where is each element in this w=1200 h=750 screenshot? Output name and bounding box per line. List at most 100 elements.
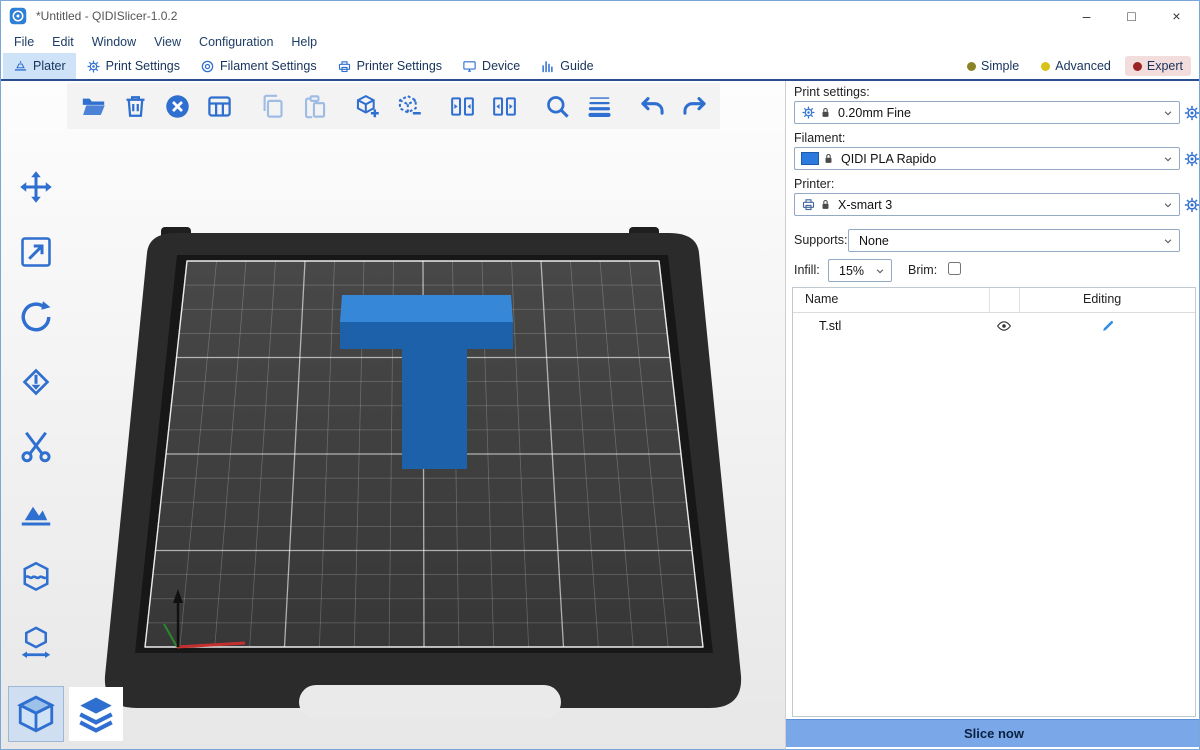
mode-advanced[interactable]: Advanced — [1033, 56, 1119, 76]
infill-select[interactable]: 15% — [828, 259, 892, 282]
tab-print-settings[interactable]: Print Settings — [76, 53, 190, 79]
redo-arrow-icon — [681, 93, 708, 120]
tab-guide[interactable]: Guide — [530, 53, 603, 79]
scale-tool-button[interactable] — [9, 230, 63, 274]
print-settings-label: Print settings: — [794, 85, 870, 99]
visibility-eye-icon[interactable] — [996, 318, 1012, 334]
object-list: Name Editing T.stl — [792, 287, 1196, 717]
menu-edit[interactable]: Edit — [43, 35, 83, 49]
3d-editor-view-button[interactable] — [9, 687, 63, 741]
search-button[interactable] — [537, 86, 577, 126]
tab-plater[interactable]: Plater — [3, 53, 76, 79]
paste-button[interactable] — [294, 86, 334, 126]
column-editing: Editing — [1083, 292, 1121, 306]
layers-stack-icon — [75, 693, 117, 735]
maximize-button[interactable]: □ — [1109, 1, 1154, 31]
toolbar-top — [67, 83, 720, 129]
print-settings-select[interactable]: 0.20mm Fine — [794, 101, 1180, 124]
lock-icon — [819, 198, 832, 211]
support-paint-icon — [18, 494, 54, 530]
3d-viewport[interactable] — [1, 81, 785, 750]
trash-icon — [122, 93, 149, 120]
brim-checkbox[interactable] — [948, 262, 961, 275]
add-instance-button[interactable] — [347, 86, 387, 126]
cut-tool-button[interactable] — [9, 425, 63, 469]
column-divider — [1019, 288, 1020, 312]
menu-window[interactable]: Window — [83, 35, 145, 49]
sidebar: Print settings: 0.20mm Fine Filament: QI… — [785, 81, 1200, 750]
close-button[interactable]: × — [1154, 1, 1199, 31]
object-name: T.stl — [819, 319, 841, 333]
expert-mode-dot-icon — [1133, 62, 1142, 71]
supports-label: Supports: — [794, 233, 848, 247]
place-on-face-tool-button[interactable] — [9, 360, 63, 404]
menu-file[interactable]: File — [5, 35, 43, 49]
variable-layer-height-button[interactable] — [579, 86, 619, 126]
supports-select[interactable]: None — [848, 229, 1180, 252]
chevron-down-icon — [1161, 152, 1175, 166]
gear-icon — [801, 105, 816, 120]
filament-value: QIDI PLA Rapido — [841, 152, 1161, 166]
mode-advanced-label: Advanced — [1055, 59, 1111, 73]
3d-scene-canvas[interactable] — [1, 81, 785, 750]
slice-now-button[interactable]: Slice now — [786, 719, 1200, 747]
copy-icon — [259, 93, 286, 120]
remove-instance-button[interactable] — [389, 86, 429, 126]
gear-icon — [1183, 196, 1200, 214]
split-objects-icon — [449, 93, 476, 120]
tab-device-label: Device — [482, 59, 520, 73]
paint-supports-tool-button[interactable] — [9, 490, 63, 534]
object-row-t-stl[interactable]: T.stl — [793, 313, 1195, 339]
filament-gear-button[interactable] — [1183, 150, 1200, 168]
measure-tool-button[interactable] — [9, 620, 63, 664]
minimize-button[interactable]: – — [1064, 1, 1109, 31]
split-to-parts-button[interactable] — [484, 86, 524, 126]
bed-handle-notch — [299, 685, 561, 719]
plater-icon — [13, 59, 28, 74]
printer-label: Printer: — [794, 177, 834, 191]
seam-painting-tool-button[interactable] — [9, 555, 63, 599]
filament-settings-icon — [200, 59, 215, 74]
split-to-objects-button[interactable] — [442, 86, 482, 126]
move-tool-button[interactable] — [9, 165, 63, 209]
print-settings-gear-button[interactable] — [1183, 104, 1200, 122]
mode-simple[interactable]: Simple — [959, 56, 1027, 76]
advanced-mode-dot-icon — [1041, 62, 1050, 71]
printer-gear-button[interactable] — [1183, 196, 1200, 214]
preview-view-button[interactable] — [69, 687, 123, 741]
delete-button[interactable] — [115, 86, 155, 126]
delete-all-button[interactable] — [157, 86, 197, 126]
filament-select[interactable]: QIDI PLA Rapido — [794, 147, 1180, 170]
printer-value: X-smart 3 — [838, 198, 1161, 212]
chevron-down-icon — [1161, 198, 1175, 212]
layer-height-icon — [586, 93, 613, 120]
tabbar: Plater Print Settings Filament Settings … — [1, 53, 1199, 81]
edit-object-icon[interactable] — [1101, 318, 1116, 333]
titlebar: *Untitled - QIDISlicer-1.0.2 – □ × — [1, 1, 1199, 31]
menu-view[interactable]: View — [145, 35, 190, 49]
app-window: *Untitled - QIDISlicer-1.0.2 – □ × File … — [0, 0, 1200, 750]
menu-help[interactable]: Help — [282, 35, 326, 49]
rotate-tool-button[interactable] — [9, 295, 63, 339]
scissors-icon — [18, 429, 54, 465]
redo-button[interactable] — [674, 86, 714, 126]
chevron-down-icon — [1161, 234, 1175, 248]
toolbar-left — [9, 165, 63, 664]
tab-printer-settings[interactable]: Printer Settings — [327, 53, 452, 79]
arrange-grid-icon — [206, 93, 233, 120]
copy-button[interactable] — [252, 86, 292, 126]
undo-button[interactable] — [632, 86, 672, 126]
seam-paint-icon — [18, 559, 54, 595]
tab-printer-settings-label: Printer Settings — [357, 59, 442, 73]
menu-configuration[interactable]: Configuration — [190, 35, 282, 49]
tab-device[interactable]: Device — [452, 53, 530, 79]
folder-open-icon — [80, 93, 107, 120]
device-icon — [462, 59, 477, 74]
open-button[interactable] — [73, 86, 113, 126]
printer-select[interactable]: X-smart 3 — [794, 193, 1180, 216]
mode-expert[interactable]: Expert — [1125, 56, 1191, 76]
tab-filament-settings[interactable]: Filament Settings — [190, 53, 327, 79]
tab-filament-settings-label: Filament Settings — [220, 59, 317, 73]
arrange-button[interactable] — [199, 86, 239, 126]
tab-print-settings-label: Print Settings — [106, 59, 180, 73]
